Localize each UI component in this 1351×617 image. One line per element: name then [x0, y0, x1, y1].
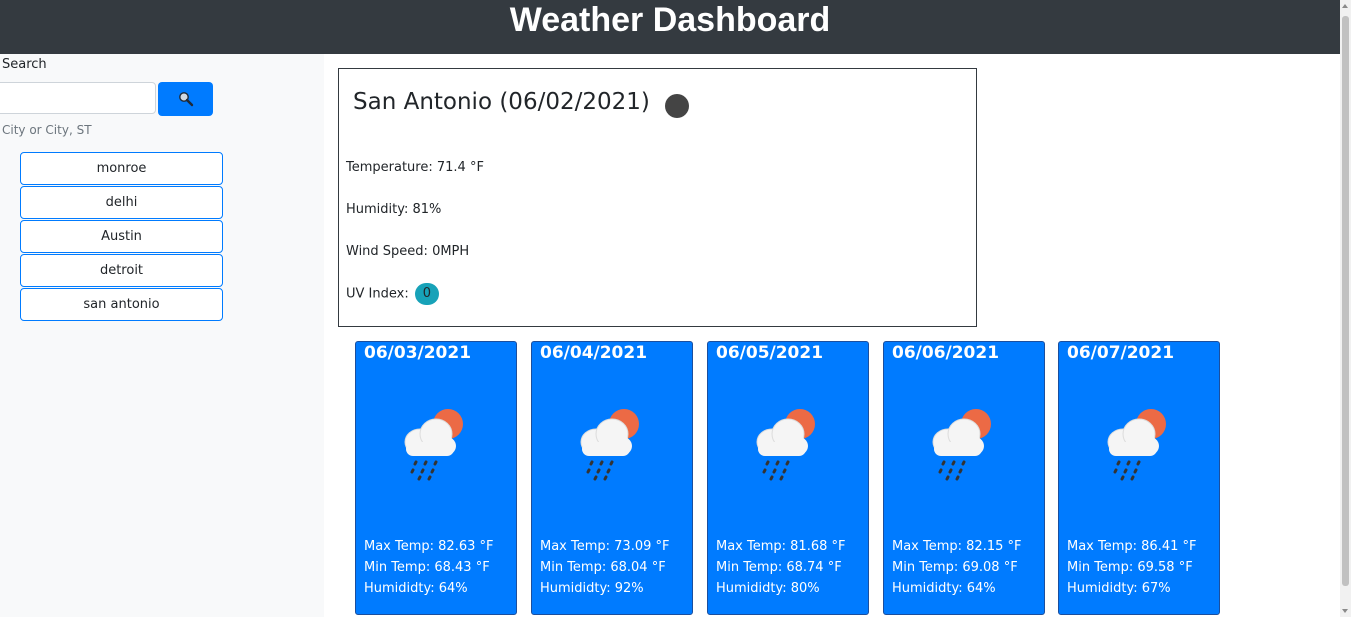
- scroll-up-icon[interactable]: [1342, 4, 1348, 8]
- forecast-humidity: Humididty: 67%: [1067, 581, 1171, 596]
- search-icon: [178, 92, 193, 107]
- uv-index-badge: 0: [414, 283, 439, 305]
- page-title: Weather Dashboard: [509, 1, 831, 39]
- history-button[interactable]: delhi: [20, 186, 223, 219]
- forecast-card: 06/06/2021 Max Temp: 82.15 °F Min Temp: …: [883, 341, 1045, 615]
- current-weather-card: San Antonio (06/02/2021) Temperature: 71…: [338, 68, 977, 327]
- history-button[interactable]: san antonio: [20, 288, 223, 321]
- sidebar: Search City or City, ST monroe delhi Aus…: [0, 54, 324, 617]
- search-label: Search: [2, 57, 47, 72]
- forecast-card: 06/07/2021 Max Temp: 86.41 °F Min Temp: …: [1058, 341, 1220, 615]
- current-temperature: Temperature: 71.4 °F: [346, 160, 484, 175]
- rain-cloud-sun-icon: [396, 402, 476, 482]
- search-history: monroe delhi Austin detroit san antonio: [20, 152, 223, 322]
- forecast-max-temp: Max Temp: 81.68 °F: [716, 539, 846, 554]
- forecast-humidity: Humididty: 80%: [716, 581, 820, 596]
- rain-cloud-sun-icon: [924, 402, 1004, 482]
- forecast-max-temp: Max Temp: 73.09 °F: [540, 539, 670, 554]
- search-button[interactable]: [158, 82, 213, 116]
- forecast-min-temp: Min Temp: 68.74 °F: [716, 560, 842, 575]
- uv-index-label: UV Index:: [346, 286, 409, 302]
- scroll-down-icon[interactable]: [1342, 609, 1348, 613]
- history-button[interactable]: Austin: [20, 220, 223, 253]
- search-hint: City or City, ST: [2, 123, 92, 137]
- scrollbar-thumb[interactable]: [1342, 16, 1349, 586]
- forecast-date: 06/03/2021: [364, 343, 472, 363]
- forecast-max-temp: Max Temp: 82.15 °F: [892, 539, 1022, 554]
- forecast-date: 06/07/2021: [1067, 343, 1175, 363]
- forecast-max-temp: Max Temp: 86.41 °F: [1067, 539, 1197, 554]
- header: Weather Dashboard: [0, 0, 1340, 54]
- current-city-title: San Antonio (06/02/2021): [353, 89, 650, 115]
- forecast-min-temp: Min Temp: 69.58 °F: [1067, 560, 1193, 575]
- weather-icon: [665, 94, 689, 118]
- forecast-date: 06/05/2021: [716, 343, 824, 363]
- forecast-humidity: Humididty: 64%: [364, 581, 468, 596]
- search-input[interactable]: [0, 82, 156, 114]
- forecast-card: 06/04/2021 Max Temp: 73.09 °F Min Temp: …: [531, 341, 693, 615]
- history-button[interactable]: monroe: [20, 152, 223, 185]
- forecast-humidity: Humididty: 92%: [540, 581, 644, 596]
- forecast-card: 06/05/2021 Max Temp: 81.68 °F Min Temp: …: [707, 341, 869, 615]
- rain-cloud-sun-icon: [1099, 402, 1179, 482]
- current-uv-index: UV Index: 0: [346, 283, 439, 305]
- forecast-min-temp: Min Temp: 68.04 °F: [540, 560, 666, 575]
- rain-cloud-sun-icon: [748, 402, 828, 482]
- current-humidity: Humidity: 81%: [346, 202, 442, 217]
- forecast-humidity: Humididty: 64%: [892, 581, 996, 596]
- forecast-max-temp: Max Temp: 82.63 °F: [364, 539, 494, 554]
- forecast-date: 06/04/2021: [540, 343, 648, 363]
- forecast-card: 06/03/2021 Max Temp: 82.63 °F Min Temp: …: [355, 341, 517, 615]
- rain-cloud-sun-icon: [572, 402, 652, 482]
- scrollbar[interactable]: [1340, 0, 1351, 617]
- history-button[interactable]: detroit: [20, 254, 223, 287]
- forecast-min-temp: Min Temp: 69.08 °F: [892, 560, 1018, 575]
- current-wind-speed: Wind Speed: 0MPH: [346, 244, 470, 259]
- forecast-min-temp: Min Temp: 68.43 °F: [364, 560, 490, 575]
- forecast-date: 06/06/2021: [892, 343, 1000, 363]
